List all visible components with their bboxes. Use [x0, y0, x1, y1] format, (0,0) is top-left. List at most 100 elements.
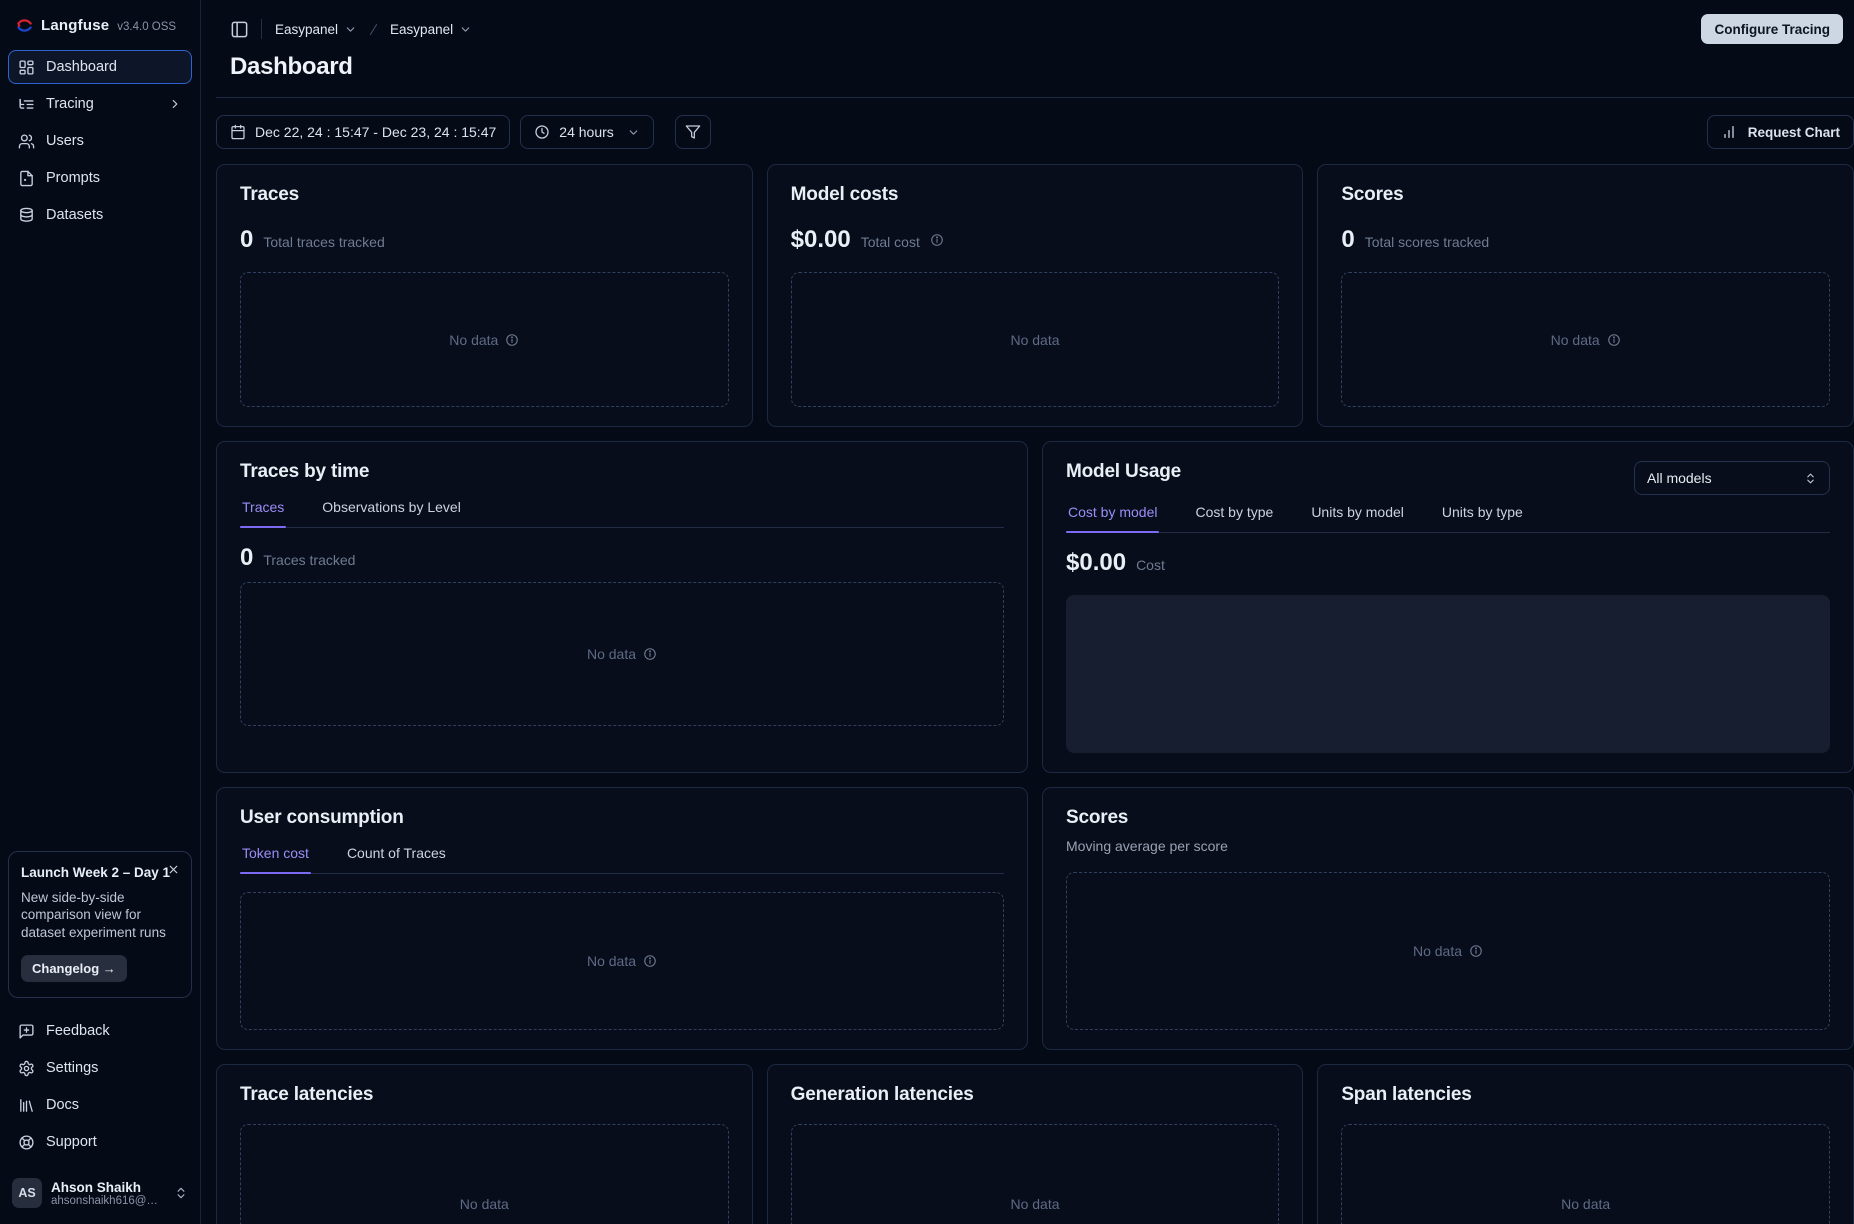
- sidebar-item-users[interactable]: Users: [8, 124, 192, 158]
- chevron-down-icon: [627, 126, 640, 139]
- launch-week-body: New side-by-side comparison view for dat…: [21, 889, 173, 942]
- bar-chart-icon: [1721, 124, 1737, 140]
- date-range-label: Dec 22, 24 : 15:47 - Dec 23, 24 : 15:47: [255, 124, 496, 140]
- tab-cost-by-model[interactable]: Cost by model: [1066, 504, 1159, 532]
- brand: Langfuse v3.4.0 OSS: [8, 0, 192, 50]
- card-user-consumption: User consumption Token cost Count of Tra…: [216, 787, 1028, 1050]
- dashboard-grid: Traces 0 Total traces tracked No data Mo…: [216, 164, 1854, 1224]
- users-icon: [18, 133, 35, 150]
- interval-select[interactable]: 24 hours: [520, 115, 653, 149]
- sidebar-item-label: Settings: [46, 1060, 98, 1076]
- sidebar-item-feedback[interactable]: Feedback: [8, 1014, 192, 1048]
- user-menu[interactable]: AS Ahson Shaikh ahsonshaikh616@…: [8, 1168, 192, 1224]
- changelog-button[interactable]: Changelog →: [21, 955, 127, 982]
- card-title: Span latencies: [1341, 1084, 1830, 1106]
- tab-count-of-traces[interactable]: Count of Traces: [345, 845, 448, 873]
- brand-version: v3.4.0 OSS: [117, 21, 176, 33]
- breadcrumb-separator: [366, 22, 381, 37]
- list-tree-icon: [18, 96, 35, 113]
- card-title: Traces: [240, 184, 729, 206]
- tab-units-by-model[interactable]: Units by model: [1309, 504, 1406, 532]
- date-range-picker[interactable]: Dec 22, 24 : 15:47 - Dec 23, 24 : 15:47: [216, 115, 510, 149]
- launch-week-banner: Launch Week 2 – Day 1 New side-by-side c…: [8, 851, 192, 998]
- breadcrumb-project[interactable]: Easypanel: [390, 22, 472, 37]
- tab-cost-by-type[interactable]: Cost by type: [1193, 504, 1275, 532]
- sidebar-item-support[interactable]: Support: [8, 1125, 192, 1159]
- request-chart-button[interactable]: Request Chart: [1707, 115, 1854, 149]
- dashboard-icon: [18, 59, 35, 76]
- metric: 0 Total traces tracked: [240, 226, 729, 254]
- metric-label: Cost: [1136, 557, 1165, 573]
- metric-value: 0: [1341, 226, 1354, 254]
- chevrons-up-down-icon: [174, 1186, 188, 1200]
- sidebar-item-datasets[interactable]: Datasets: [8, 198, 192, 232]
- card-title: Generation latencies: [791, 1084, 1280, 1106]
- filter-icon: [685, 124, 701, 140]
- topbar: Easypanel Easypanel Configure Tracing: [216, 0, 1854, 44]
- card-title: Scores: [1066, 807, 1830, 829]
- tab-token-cost[interactable]: Token cost: [240, 845, 311, 873]
- sidebar-item-settings[interactable]: Settings: [8, 1051, 192, 1085]
- sidebar-item-label: Tracing: [46, 96, 94, 112]
- toolbar: Dec 22, 24 : 15:47 - Dec 23, 24 : 15:47 …: [216, 115, 1854, 149]
- chevron-down-icon: [459, 23, 472, 36]
- request-chart-label: Request Chart: [1748, 125, 1840, 140]
- tabs: Token cost Count of Traces: [240, 845, 1004, 874]
- empty-state: No data: [1341, 1124, 1830, 1224]
- close-icon[interactable]: [167, 863, 180, 876]
- card-trace-latencies: Trace latencies No data: [216, 1064, 753, 1224]
- empty-state: No data: [791, 272, 1280, 407]
- tab-units-by-type[interactable]: Units by type: [1440, 504, 1525, 532]
- sidebar-item-label: Feedback: [46, 1023, 110, 1039]
- metric-label: Total traces tracked: [263, 234, 384, 250]
- lifebuoy-icon: [18, 1134, 35, 1151]
- filter-button[interactable]: [675, 115, 711, 149]
- sidebar-item-docs[interactable]: Docs: [8, 1088, 192, 1122]
- metric-value: 0: [240, 226, 253, 254]
- metric-value: $0.00: [791, 226, 851, 254]
- empty-label: No data: [1010, 1196, 1059, 1212]
- metric-label: Traces tracked: [263, 552, 355, 568]
- card-title: Model Usage: [1066, 461, 1181, 483]
- gear-icon: [18, 1060, 35, 1077]
- empty-state: No data: [240, 582, 1004, 726]
- metric-label: Total cost: [861, 234, 920, 250]
- tab-observations-by-level[interactable]: Observations by Level: [320, 499, 463, 527]
- model-select[interactable]: All models: [1634, 461, 1830, 495]
- tab-traces[interactable]: Traces: [240, 499, 286, 527]
- sidebar-item-prompts[interactable]: Prompts: [8, 161, 192, 195]
- sidebar-item-dashboard[interactable]: Dashboard: [8, 50, 192, 84]
- empty-state: No data: [240, 1124, 729, 1224]
- model-select-value: All models: [1647, 470, 1712, 486]
- clock-icon: [534, 124, 550, 140]
- card-scores: Scores 0 Total scores tracked No data: [1317, 164, 1854, 427]
- chart-area: [1066, 595, 1830, 753]
- configure-tracing-button[interactable]: Configure Tracing: [1701, 14, 1843, 44]
- breadcrumb-org[interactable]: Easypanel: [275, 22, 357, 37]
- card-model-costs: Model costs $0.00 Total cost No data: [767, 164, 1304, 427]
- sidebar-item-label: Docs: [46, 1097, 79, 1113]
- card-title: Trace latencies: [240, 1084, 729, 1106]
- empty-label: No data: [1561, 1196, 1610, 1212]
- empty-label: No data: [449, 332, 498, 348]
- main-content: Easypanel Easypanel Configure Tracing Da…: [201, 0, 1854, 1224]
- file-icon: [18, 170, 35, 187]
- empty-state: No data: [1066, 872, 1830, 1030]
- sidebar-item-tracing[interactable]: Tracing: [8, 87, 192, 121]
- empty-label: No data: [587, 646, 636, 662]
- user-name: Ahson Shaikh: [51, 1180, 158, 1195]
- card-title: Model costs: [791, 184, 1280, 206]
- empty-label: No data: [1551, 332, 1600, 348]
- sidebar-item-label: Datasets: [46, 207, 103, 223]
- metric-label: Total scores tracked: [1365, 234, 1490, 250]
- card-model-usage: Model Usage All models Cost by model Cos…: [1042, 441, 1854, 773]
- sidebar-toggle-button[interactable]: [230, 20, 249, 39]
- metric: $0.00 Total cost: [791, 226, 1280, 254]
- card-generation-latencies: Generation latencies No data: [767, 1064, 1304, 1224]
- brand-name: Langfuse: [41, 17, 109, 34]
- launch-week-title: Launch Week 2 – Day 1: [21, 865, 179, 880]
- info-icon: [643, 647, 657, 661]
- breadcrumb-org-label: Easypanel: [275, 22, 338, 37]
- empty-label: No data: [587, 953, 636, 969]
- info-icon: [1469, 944, 1483, 958]
